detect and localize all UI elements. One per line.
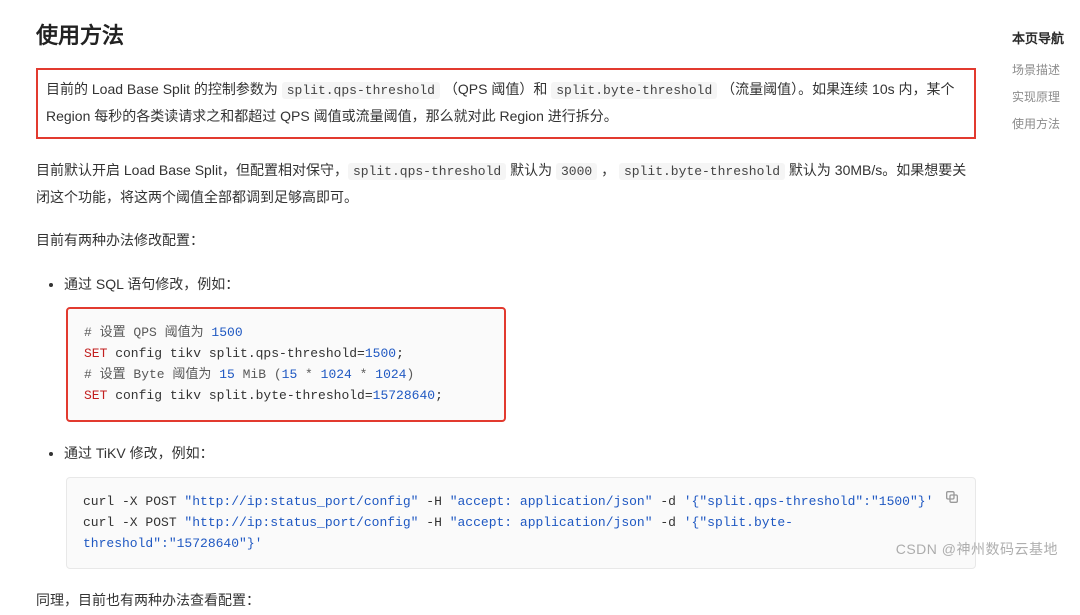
copy-icon [944,489,960,508]
list-item: 通过 TiKV 修改，例如： [64,440,976,467]
toc-item[interactable]: 使用方法 [1012,115,1080,132]
list-item: 通过 SQL 语句修改，例如： [64,271,976,298]
code-block-curl: curl -X POST "http://ip:status_port/conf… [66,477,976,569]
method-list: 通过 SQL 语句修改，例如： [36,271,976,298]
inline-code: split.qps-threshold [282,82,440,99]
inline-code: split.byte-threshold [619,163,785,180]
code-block-sql: # 设置 QPS 阈值为 1500 SET config tikv split.… [66,307,506,422]
closing-paragraph: 同理，目前也有两种办法查看配置： [36,587,976,614]
inline-code: split.qps-threshold [348,163,506,180]
toc-item[interactable]: 实现原理 [1012,88,1080,105]
inline-code: split.byte-threshold [551,82,717,99]
intro-paragraph-3: 目前有两种办法修改配置： [36,227,976,254]
intro-paragraph-1: 目前的 Load Base Split 的控制参数为 split.qps-thr… [46,76,966,131]
toc-item[interactable]: 场景描述 [1012,61,1080,78]
copy-button[interactable] [939,486,965,512]
page-toc: 本页导航 场景描述 实现原理 使用方法 [1012,0,1080,565]
highlighted-paragraph: 目前的 Load Base Split 的控制参数为 split.qps-thr… [36,68,976,139]
page-title: 使用方法 [36,18,976,50]
toc-title: 本页导航 [1012,28,1080,47]
inline-code: 3000 [556,163,597,180]
main-content: 使用方法 目前的 Load Base Split 的控制参数为 split.qp… [0,0,1012,565]
method-list: 通过 TiKV 修改，例如： [36,440,976,467]
intro-paragraph-2: 目前默认开启 Load Base Split，但配置相对保守，split.qps… [36,157,976,212]
